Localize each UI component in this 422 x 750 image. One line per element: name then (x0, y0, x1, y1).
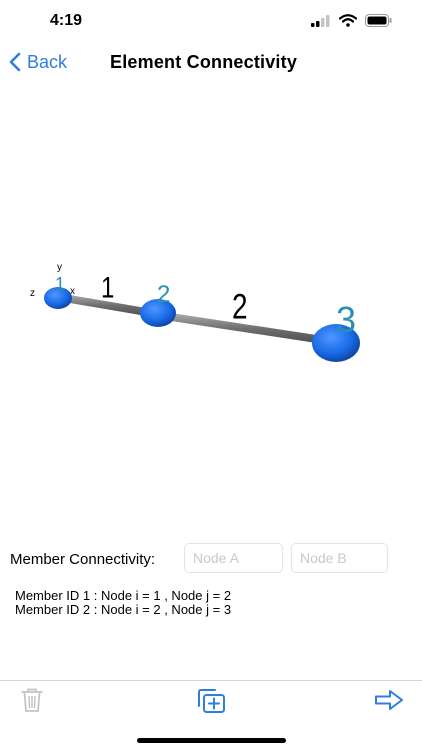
cellular-signal-icon (311, 14, 330, 27)
members-list: Member ID 1 : Node i = 1 , Node j = 2 Me… (15, 589, 231, 617)
node-2-label: 2 (157, 281, 170, 308)
delete-button[interactable] (20, 687, 44, 718)
add-member-button[interactable] (196, 688, 226, 719)
home-indicator (137, 738, 286, 743)
member-connectivity-label: Member Connectivity: (10, 551, 156, 568)
node-a-input[interactable] (184, 543, 283, 573)
node-b-input[interactable] (291, 543, 388, 573)
battery-icon (365, 14, 392, 27)
wifi-icon (339, 14, 357, 27)
list-item: Member ID 1 : Node i = 1 , Node j = 2 (15, 588, 232, 603)
trash-icon (21, 688, 43, 712)
member-1-label: 1 (101, 270, 114, 304)
node-3-label: 3 (336, 299, 356, 340)
model-viewport[interactable]: y x z 1 2 1 2 3 (0, 80, 422, 535)
axis-y-label: y (57, 262, 62, 273)
member-connectivity-row: Member Connectivity: (0, 543, 422, 575)
page-title: Element Connectivity (110, 52, 298, 72)
add-copy-icon (198, 689, 225, 713)
status-time: 4:19 (50, 12, 83, 29)
back-label: Back (27, 51, 68, 72)
status-bar: 4:19 (0, 0, 422, 44)
status-icons (311, 14, 392, 27)
next-button[interactable] (374, 689, 404, 716)
bottom-toolbar (0, 680, 422, 725)
navigation-bar: Back Element Connectivity (0, 44, 422, 80)
axis-z-label: z (30, 288, 35, 299)
chevron-left-icon (9, 52, 21, 72)
arrow-right-icon (375, 690, 403, 710)
list-item: Member ID 2 : Node i = 2 , Node j = 3 (15, 602, 232, 617)
member-2-label: 2 (232, 287, 248, 327)
node-1-label: 1 (55, 274, 65, 294)
back-button[interactable]: Back (8, 48, 67, 76)
